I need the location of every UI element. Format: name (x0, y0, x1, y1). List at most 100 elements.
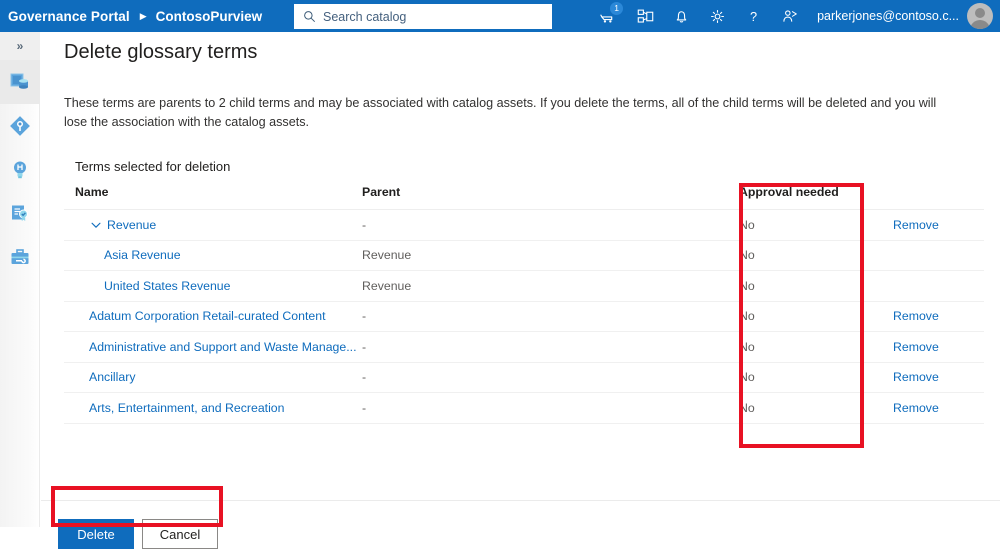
left-navigation-rail: » (0, 32, 40, 527)
sidebar-item-data-map[interactable] (0, 104, 40, 148)
cell-name: Revenue (64, 209, 362, 241)
cell-parent: - (362, 209, 715, 241)
management-toolbox-icon (11, 249, 29, 264)
gear-icon-button[interactable] (699, 0, 735, 32)
top-header-bar: Governance Portal ▶ ContosoPurview 1 (0, 0, 1000, 32)
header-icon-group: 1 ? parkerjones@contoso.c... (591, 0, 1000, 32)
cell-action (865, 270, 984, 302)
cell-approval-needed: No (715, 331, 865, 363)
cell-action: Remove (865, 209, 984, 241)
cell-action: Remove (865, 331, 984, 363)
remove-link[interactable]: Remove (893, 340, 939, 354)
table-body: Revenue - No Remove Asia Revenue Revenue… (64, 209, 984, 424)
search-input[interactable] (323, 6, 533, 27)
term-name-link[interactable]: Asia Revenue (104, 248, 181, 262)
sidebar-expand-button[interactable]: » (0, 32, 40, 60)
remove-link[interactable]: Remove (893, 370, 939, 384)
name-wrapper: Ancillary (75, 370, 362, 384)
user-account-label[interactable]: parkerjones@contoso.c... (817, 9, 959, 23)
breadcrumb-portal-link[interactable]: Governance Portal (8, 9, 130, 24)
glossary-certificate-icon (12, 205, 28, 221)
bell-icon-button[interactable] (663, 0, 699, 32)
data-sources-icon (10, 73, 28, 89)
table-header: Name Parent Approval needed (64, 185, 984, 210)
table-row: Revenue - No Remove (64, 209, 984, 241)
cell-parent: - (362, 331, 715, 363)
sidebar-item-management[interactable] (0, 236, 40, 280)
main-content-panel: Delete glossary terms These terms are pa… (41, 32, 1000, 549)
term-name-link[interactable]: Administrative and Support and Waste Man… (89, 340, 357, 354)
cell-parent: - (362, 362, 715, 393)
cell-approval-needed: No (715, 392, 865, 424)
notification-badge: 1 (610, 2, 624, 15)
term-name-link[interactable]: Arts, Entertainment, and Recreation (89, 401, 284, 415)
column-header-approval-needed[interactable]: Approval needed (715, 185, 865, 210)
name-wrapper: Arts, Entertainment, and Recreation (75, 401, 362, 415)
workflow-icon-button[interactable] (627, 0, 663, 32)
cell-parent: Revenue (362, 240, 715, 271)
bell-icon (676, 10, 686, 22)
cell-approval-needed: No (715, 270, 865, 302)
sidebar-item-glossary[interactable] (0, 192, 40, 236)
cell-name: Ancillary (64, 362, 362, 393)
name-wrapper: United States Revenue (75, 279, 362, 293)
cell-name: Administrative and Support and Waste Man… (64, 331, 362, 363)
name-wrapper: Administrative and Support and Waste Man… (75, 340, 362, 354)
cell-action: Remove (865, 392, 984, 424)
name-wrapper: Asia Revenue (75, 248, 362, 262)
column-header-action (865, 185, 984, 210)
remove-link[interactable]: Remove (893, 218, 939, 232)
feedback-icon-button[interactable] (771, 0, 807, 32)
breadcrumb-separator-icon: ▶ (139, 10, 147, 21)
cell-parent: - (362, 301, 715, 332)
breadcrumb: Governance Portal ▶ ContosoPurview (0, 0, 262, 32)
table-row: Ancillary - No Remove (64, 362, 984, 393)
page-title: Delete glossary terms (64, 41, 258, 63)
cell-parent: Revenue (362, 270, 715, 302)
terms-table: Name Parent Approval needed Revenue - No (64, 185, 984, 424)
cell-action (865, 240, 984, 271)
chevron-down-icon[interactable] (89, 218, 103, 232)
cell-name: Asia Revenue (64, 240, 362, 271)
svg-text:?: ? (750, 8, 757, 23)
workflow-icon (637, 9, 653, 23)
term-name-link[interactable]: United States Revenue (104, 279, 230, 293)
delete-button[interactable]: Delete (58, 519, 134, 549)
cell-name: Arts, Entertainment, and Recreation (64, 392, 362, 424)
remove-link[interactable]: Remove (893, 309, 939, 323)
cell-parent: - (362, 392, 715, 424)
table-row: Adatum Corporation Retail-curated Conten… (64, 301, 984, 332)
breadcrumb-account-link[interactable]: ContosoPurview (156, 9, 263, 24)
help-icon-button[interactable]: ? (735, 0, 771, 32)
table-caption: Terms selected for deletion (75, 159, 231, 174)
cell-action: Remove (865, 301, 984, 332)
cancel-button[interactable]: Cancel (142, 519, 218, 549)
gear-icon (710, 9, 724, 23)
table-row: Asia Revenue Revenue No (64, 240, 984, 271)
term-name-link[interactable]: Revenue (107, 218, 156, 232)
sidebar-item-data-sources[interactable] (0, 60, 40, 104)
search-box[interactable] (294, 4, 552, 29)
term-name-link[interactable]: Adatum Corporation Retail-curated Conten… (89, 309, 326, 323)
column-header-name[interactable]: Name (64, 185, 362, 210)
table-row: United States Revenue Revenue No (64, 270, 984, 302)
table-header-row: Name Parent Approval needed (64, 185, 984, 210)
avatar[interactable] (967, 3, 993, 29)
sidebar-item-insights[interactable] (0, 148, 40, 192)
remove-link[interactable]: Remove (893, 401, 939, 415)
table-row: Arts, Entertainment, and Recreation - No… (64, 392, 984, 424)
help-icon: ? (750, 8, 757, 23)
cell-name: Adatum Corporation Retail-curated Conten… (64, 301, 362, 332)
scan-cart-icon-button[interactable]: 1 (591, 0, 627, 32)
cell-approval-needed: No (715, 209, 865, 241)
cell-approval-needed: No (715, 240, 865, 271)
term-name-link[interactable]: Ancillary (89, 370, 135, 384)
cell-approval-needed: No (715, 362, 865, 393)
footer-action-bar: Delete Cancel (58, 519, 218, 549)
table-row: Administrative and Support and Waste Man… (64, 331, 984, 363)
column-header-parent[interactable]: Parent (362, 185, 715, 210)
footer-divider (41, 500, 1000, 501)
cell-name: United States Revenue (64, 270, 362, 302)
data-map-icon (10, 116, 30, 136)
insights-bulb-icon (14, 161, 26, 179)
